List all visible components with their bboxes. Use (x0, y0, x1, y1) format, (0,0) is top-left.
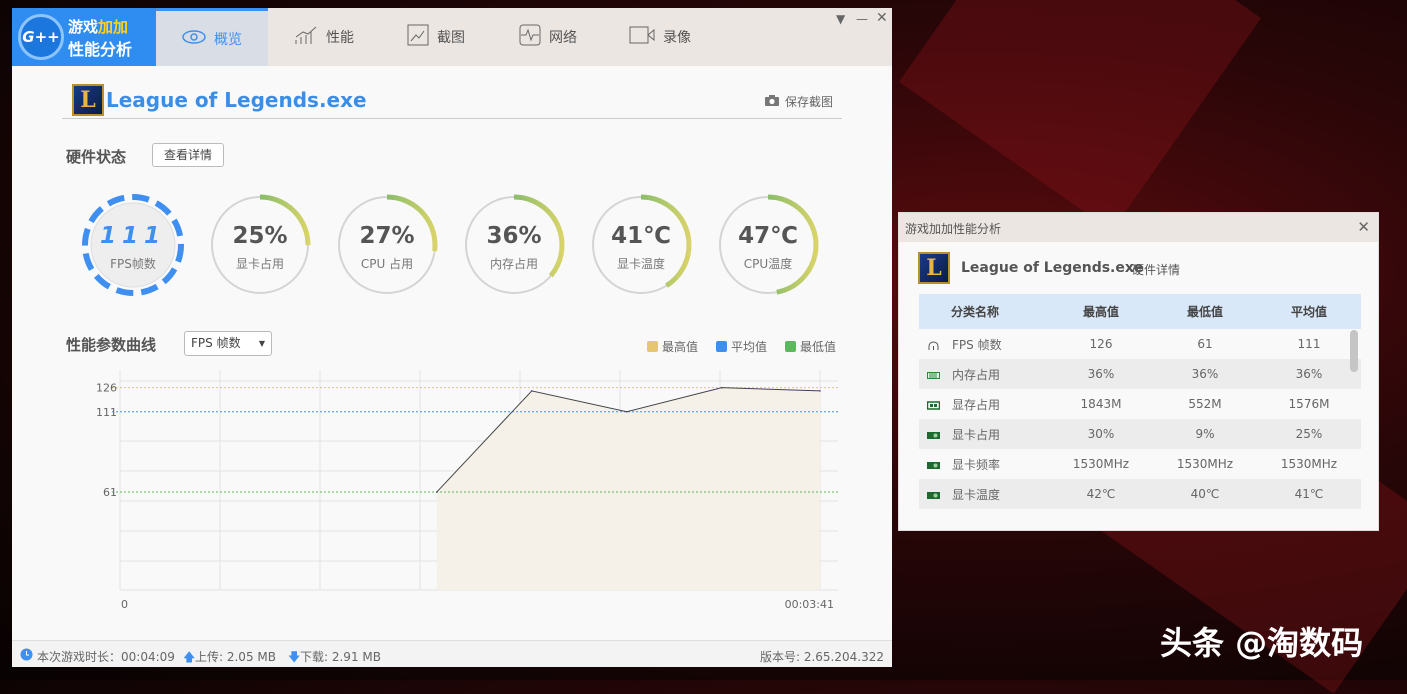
table-cell: 1530MHz (1176, 457, 1234, 471)
row-label: FPS 帧数 (952, 337, 1002, 352)
table-row[interactable]: 内存占用 36% 36% 36% (919, 359, 1361, 389)
table-row[interactable]: FPS 帧数 126 61 111 (919, 329, 1361, 359)
y-tick-label: 61 (103, 486, 117, 499)
y-tick-label: 126 (96, 382, 117, 395)
table-cell: 显卡频率 (919, 449, 1049, 479)
data-point (530, 390, 533, 392)
scrollbar[interactable] (1350, 330, 1358, 372)
column-header: 最高值 (1049, 294, 1153, 329)
table-cell: 126 (1089, 337, 1113, 351)
game-title: League of Legends.exe (961, 260, 1144, 276)
table-cell: 36% (1257, 359, 1361, 389)
data-point (819, 390, 821, 392)
table-cell: 41℃ (1257, 479, 1361, 509)
details-subtitle: 硬件详情 (1132, 263, 1181, 277)
title-bar: 游戏加加性能分析 ✕ (899, 213, 1378, 242)
table-row[interactable]: 显卡占用 30% 9% 25% (919, 419, 1361, 449)
table-cell: 42℃ (1049, 479, 1153, 509)
x-tick-label: 00:03:41 (785, 598, 834, 611)
table-cell: 36% (1153, 359, 1257, 389)
table-cell: 30% (1049, 419, 1153, 449)
close-button[interactable]: ✕ (1357, 218, 1370, 236)
table-cell: 9% (1153, 419, 1257, 449)
table-cell: 61 (1197, 337, 1213, 351)
x-tick-label: 0 (121, 598, 128, 611)
download-amount: 下载: 2.91 MB (300, 650, 381, 664)
game-icon: L (918, 252, 950, 284)
table-row[interactable]: 显卡频率 1530MHz 1530MHz 1530MHz (919, 449, 1361, 479)
table-cell: 1530MHz (1280, 457, 1338, 471)
main-window: G++ 游戏加加 性能分析 概览 性能 截图 网络 录像 ▼ — ✕ L Lea… (12, 8, 892, 667)
table-cell: 显存占用 (919, 389, 1049, 419)
row-label: 显卡频率 (952, 457, 1001, 472)
fps-chart: 126 111 61 0 00:03:41 (96, 370, 838, 611)
table-cell: 显卡占用 (919, 419, 1049, 449)
background-shape (898, 0, 1262, 232)
watermark: 头条 @淘数码 (1160, 624, 1364, 662)
table-cell: 1843M (1080, 397, 1122, 411)
gpu-icon (927, 461, 940, 469)
y-tick-label: 111 (96, 406, 117, 419)
version-number: 版本号: 2.65.204.322 (759, 650, 884, 664)
gpu-icon (927, 491, 940, 499)
table-cell: 36% (1049, 359, 1153, 389)
table-cell: 111 (1297, 337, 1321, 351)
table-cell: FPS 帧数 (919, 329, 1049, 359)
gauge-icon (928, 341, 939, 350)
hardware-details-window: 游戏加加性能分析 ✕ L League of Legends.exe 硬件详情 分… (898, 212, 1379, 531)
table-row[interactable]: 显卡温度 42℃ 40℃ 41℃ (919, 479, 1361, 509)
table-cell: 40℃ (1153, 479, 1257, 509)
data-point (625, 410, 628, 413)
window-title: 游戏加加性能分析 (905, 222, 1002, 236)
column-header: 平均值 (1257, 294, 1361, 329)
upload-arrow-icon: 🡅 (183, 650, 196, 664)
table-cell: 显卡温度 (919, 479, 1049, 509)
table-cell: 1530MHz (1072, 457, 1130, 471)
table-cell: 内存占用 (919, 359, 1049, 389)
vram-icon (927, 400, 940, 410)
chart-area-fill (436, 387, 820, 590)
download-arrow-icon: 🡇 (288, 650, 301, 664)
session-duration: 本次游戏时长：00:04:09 (37, 650, 175, 664)
row-label: 显卡温度 (952, 487, 1001, 502)
table-cell: 552M (1188, 397, 1222, 411)
status-bar: 本次游戏时长：00:04:09 🡅 上传: 2.05 MB 🡇 下载: 2.91… (12, 640, 892, 667)
data-point (435, 491, 438, 493)
row-label: 显卡占用 (952, 427, 1001, 442)
table-cell: 1576M (1288, 397, 1330, 411)
row-label: 显存占用 (952, 397, 1001, 412)
column-header: 分类名称 (919, 294, 1049, 329)
column-header: 最低值 (1153, 294, 1257, 329)
hardware-table: 分类名称 最高值 最低值 平均值 FPS 帧数 126 61 111 内存占用 36% 36% 36%… (919, 294, 1361, 509)
clock-icon (20, 648, 33, 664)
memory-icon (927, 371, 940, 379)
table-cell: 25% (1257, 419, 1361, 449)
table-row[interactable]: 显存占用 1843M 552M 1576M (919, 389, 1361, 419)
gpu-icon (927, 431, 940, 439)
upload-amount: 上传: 2.05 MB (195, 650, 276, 664)
data-point (721, 386, 723, 389)
row-label: 内存占用 (952, 367, 1001, 382)
